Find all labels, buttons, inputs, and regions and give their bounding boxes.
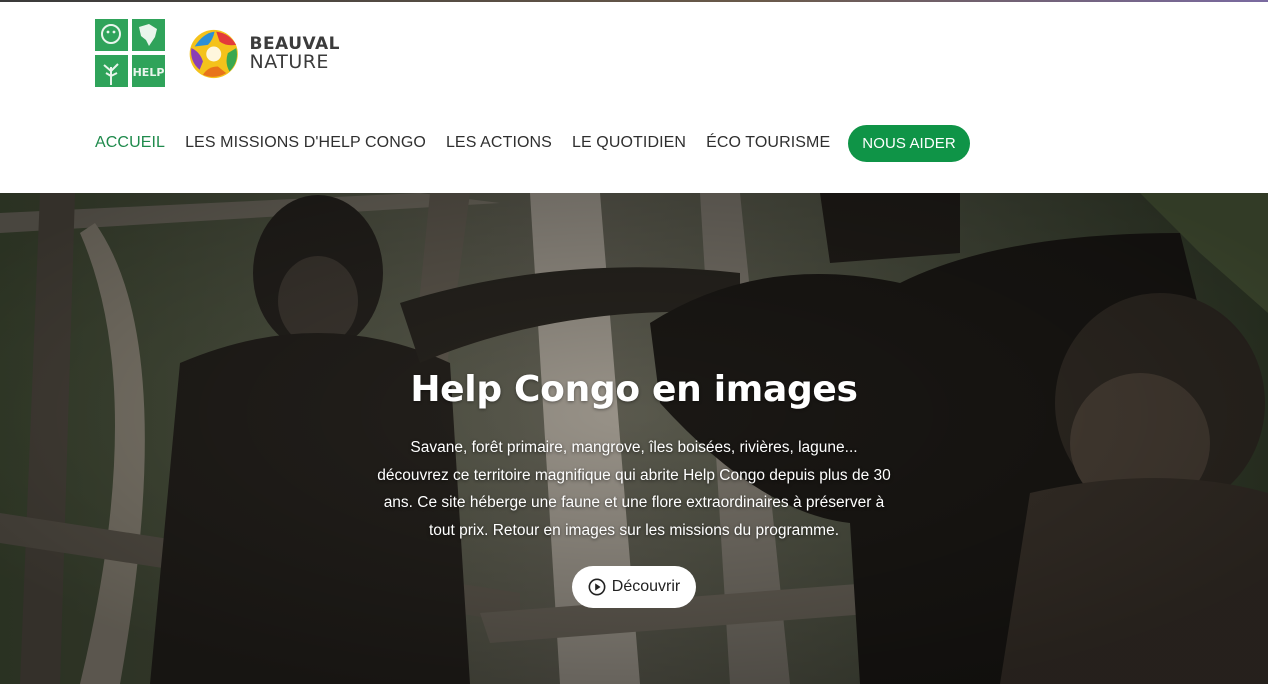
site-header: HELP BEAUVAL NATURE ACCUEIL LES MISSIONS… xyxy=(0,2,1268,193)
beauval-animals-icon xyxy=(189,29,238,79)
nous-aider-button[interactable]: NOUS AIDER xyxy=(848,124,970,162)
hero-content: Help Congo en images Savane, forêt prima… xyxy=(0,369,1268,608)
svg-text:HELP: HELP xyxy=(133,66,165,79)
nav-item-quotidien[interactable]: LE QUOTIDIEN xyxy=(572,134,686,152)
hero-title: Help Congo en images xyxy=(410,369,858,410)
nav-item-actions[interactable]: LES ACTIONS xyxy=(446,134,552,152)
nav-item-eco-tourisme[interactable]: ÉCO TOURISME xyxy=(706,134,830,152)
play-circle-icon xyxy=(588,578,606,596)
hero-description: Savane, forêt primaire, mangrove, îles b… xyxy=(377,439,891,539)
nav-item-accueil[interactable]: ACCUEIL xyxy=(95,134,165,152)
beauval-line2: NATURE xyxy=(249,51,329,73)
help-congo-logo[interactable]: HELP xyxy=(95,19,165,87)
beauval-nature-logo[interactable]: BEAUVAL NATURE xyxy=(188,22,340,86)
decouvrir-button[interactable]: Découvrir xyxy=(571,566,697,608)
hero-banner: Help Congo en images Savane, forêt prima… xyxy=(0,193,1268,684)
decouvrir-label: Découvrir xyxy=(611,578,681,595)
nav-item-missions[interactable]: LES MISSIONS D'HELP CONGO xyxy=(185,134,426,152)
main-nav: ACCUEIL LES MISSIONS D'HELP CONGO LES AC… xyxy=(95,123,990,163)
